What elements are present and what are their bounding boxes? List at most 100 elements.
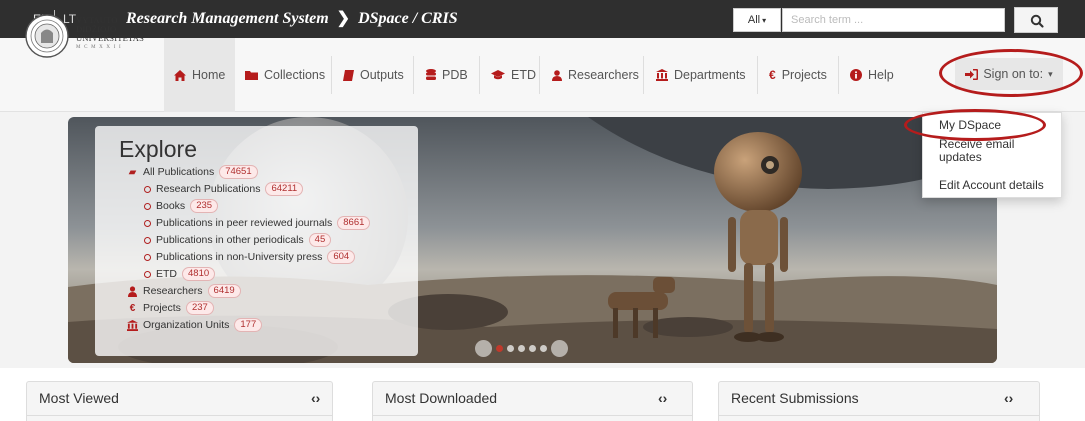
panel-divider <box>719 415 1039 416</box>
logo-year: M C M X X I I <box>76 45 122 50</box>
nav-divider <box>643 56 644 94</box>
home-icon <box>174 69 186 81</box>
app-title[interactable]: Research Management System ❯ DSpace / CR… <box>126 0 458 38</box>
caret-down-icon: ▾ <box>762 16 767 25</box>
circle-icon <box>144 219 151 227</box>
user-icon <box>128 285 137 297</box>
nav-divider <box>413 56 414 94</box>
nav-divider <box>539 56 540 94</box>
count-badge: 237 <box>185 301 214 315</box>
count-badge: 604 <box>327 250 356 264</box>
count-badge: 45 <box>308 233 332 247</box>
nav-pdb[interactable]: PDB <box>416 38 478 112</box>
count-badge: 74651 <box>219 165 258 179</box>
recent-submissions-panel: Recent Submissions ‹› <box>718 381 1040 421</box>
search-button[interactable] <box>1014 7 1058 33</box>
search-input[interactable] <box>782 8 1005 32</box>
nav-divider <box>757 56 758 94</box>
count-badge: 177 <box>234 318 263 332</box>
panel-title: Most Viewed <box>39 390 119 406</box>
chevron-right-icon: ❯ <box>336 10 351 27</box>
nav-researchers-label: Researchers <box>568 68 639 82</box>
stat-label: Organization Units <box>143 319 230 331</box>
stat-researchers[interactable]: Researchers 6419 <box>127 284 241 298</box>
panel-nav-arrows-icon[interactable]: ‹› <box>1004 390 1013 406</box>
stat-books[interactable]: Books 235 <box>144 199 219 213</box>
circle-icon <box>144 236 151 244</box>
explore-title: Explore <box>119 136 197 162</box>
institution-icon <box>127 319 138 331</box>
sign-on-dropdown-menu: My DSpace Receive email updates Edit Acc… <box>922 112 1062 198</box>
count-badge: 235 <box>190 199 219 213</box>
nav-departments-label: Departments <box>674 68 746 82</box>
user-icon <box>552 69 562 81</box>
stat-label: Researchers <box>143 285 203 297</box>
caret-down-icon: ▾ <box>1048 68 1053 79</box>
nav-projects-label: Projects <box>781 68 827 82</box>
menu-item-receive-email[interactable]: Receive email updates <box>939 138 1049 164</box>
menu-item-my-dspace[interactable]: My DSpace <box>939 119 1001 132</box>
nav-divider <box>838 56 839 94</box>
stat-peer-reviewed[interactable]: Publications in peer reviewed journals 8… <box>144 216 371 230</box>
stat-etd[interactable]: ETD 4810 <box>144 267 216 281</box>
carousel-dot[interactable] <box>518 345 525 352</box>
panel-nav-arrows-icon[interactable]: ‹› <box>311 390 320 406</box>
folder-icon <box>245 71 258 80</box>
stat-projects[interactable]: € Projects 237 <box>127 301 214 315</box>
stat-label: ETD <box>156 268 177 280</box>
panel-nav-arrows-icon[interactable]: ‹› <box>658 390 667 406</box>
carousel-dot[interactable] <box>540 345 547 352</box>
panel-title: Recent Submissions <box>731 390 859 406</box>
sign-on-button[interactable]: Sign on to: ▾ <box>955 58 1063 90</box>
nav-etd[interactable]: ETD <box>481 38 546 112</box>
nav-collections-label: Collections <box>264 68 326 82</box>
nav-help[interactable]: Help <box>840 38 904 112</box>
nav-departments[interactable]: Departments <box>646 38 756 112</box>
stat-label: All Publications <box>143 166 215 178</box>
nav-etd-label: ETD <box>511 68 536 82</box>
nav-home[interactable]: Home <box>164 38 236 112</box>
nav-researchers[interactable]: Researchers <box>542 38 649 112</box>
database-icon <box>426 69 436 80</box>
search-scope-label: All <box>747 14 761 26</box>
search-scope-select[interactable]: All ▾ <box>733 8 781 32</box>
sign-in-icon <box>965 68 979 80</box>
carousel-next-button[interactable] <box>551 340 568 357</box>
panel-title: Most Downloaded <box>385 390 498 406</box>
carousel-controls <box>475 340 568 357</box>
stat-non-university-press[interactable]: Publications in non-University press 604 <box>144 250 356 264</box>
university-seal-icon <box>25 14 69 58</box>
nav-outputs[interactable]: Outputs <box>333 38 414 112</box>
nav-collections[interactable]: Collections <box>235 38 335 112</box>
stat-research-publications[interactable]: Research Publications 64211 <box>144 182 304 196</box>
carousel-dot[interactable] <box>529 345 536 352</box>
stat-other-periodicals[interactable]: Publications in other periodicals 45 <box>144 233 332 247</box>
most-downloaded-panel: Most Downloaded ‹› <box>372 381 693 421</box>
book-icon: ▰ <box>128 166 137 178</box>
nav-projects[interactable]: € Projects <box>759 38 837 112</box>
count-badge: 64211 <box>265 182 304 196</box>
carousel-prev-button[interactable] <box>475 340 492 357</box>
logo-line3: UNIVERSITETAS <box>76 33 145 43</box>
stat-all-publications[interactable]: ▰ All Publications 74651 <box>127 165 258 179</box>
university-logo[interactable]: VYTAUTO DIDŽIOJO UNIVERSITETAS M C M X X… <box>24 14 154 59</box>
nav-divider <box>479 56 480 94</box>
stat-label: Publications in other periodicals <box>156 234 304 246</box>
stat-label: Research Publications <box>156 183 261 195</box>
carousel-dot[interactable] <box>496 345 503 352</box>
circle-icon <box>144 202 151 210</box>
nav-pdb-label: PDB <box>442 68 468 82</box>
menu-item-edit-account[interactable]: Edit Account details <box>939 179 1044 192</box>
carousel-dot[interactable] <box>507 345 514 352</box>
app-title-sub: DSpace / CRIS <box>358 10 458 27</box>
stat-organization-units[interactable]: Organization Units 177 <box>127 318 263 332</box>
euro-icon: € <box>129 302 136 314</box>
euro-icon: € <box>769 68 776 82</box>
stat-label: Books <box>156 200 186 212</box>
book-icon <box>343 69 354 81</box>
institution-icon <box>656 69 668 81</box>
logo-text: VYTAUTO DIDŽIOJO UNIVERSITETAS <box>76 16 144 43</box>
app-title-main: Research Management System <box>126 10 329 27</box>
info-circle-icon <box>850 69 862 81</box>
nav-divider <box>331 56 332 94</box>
